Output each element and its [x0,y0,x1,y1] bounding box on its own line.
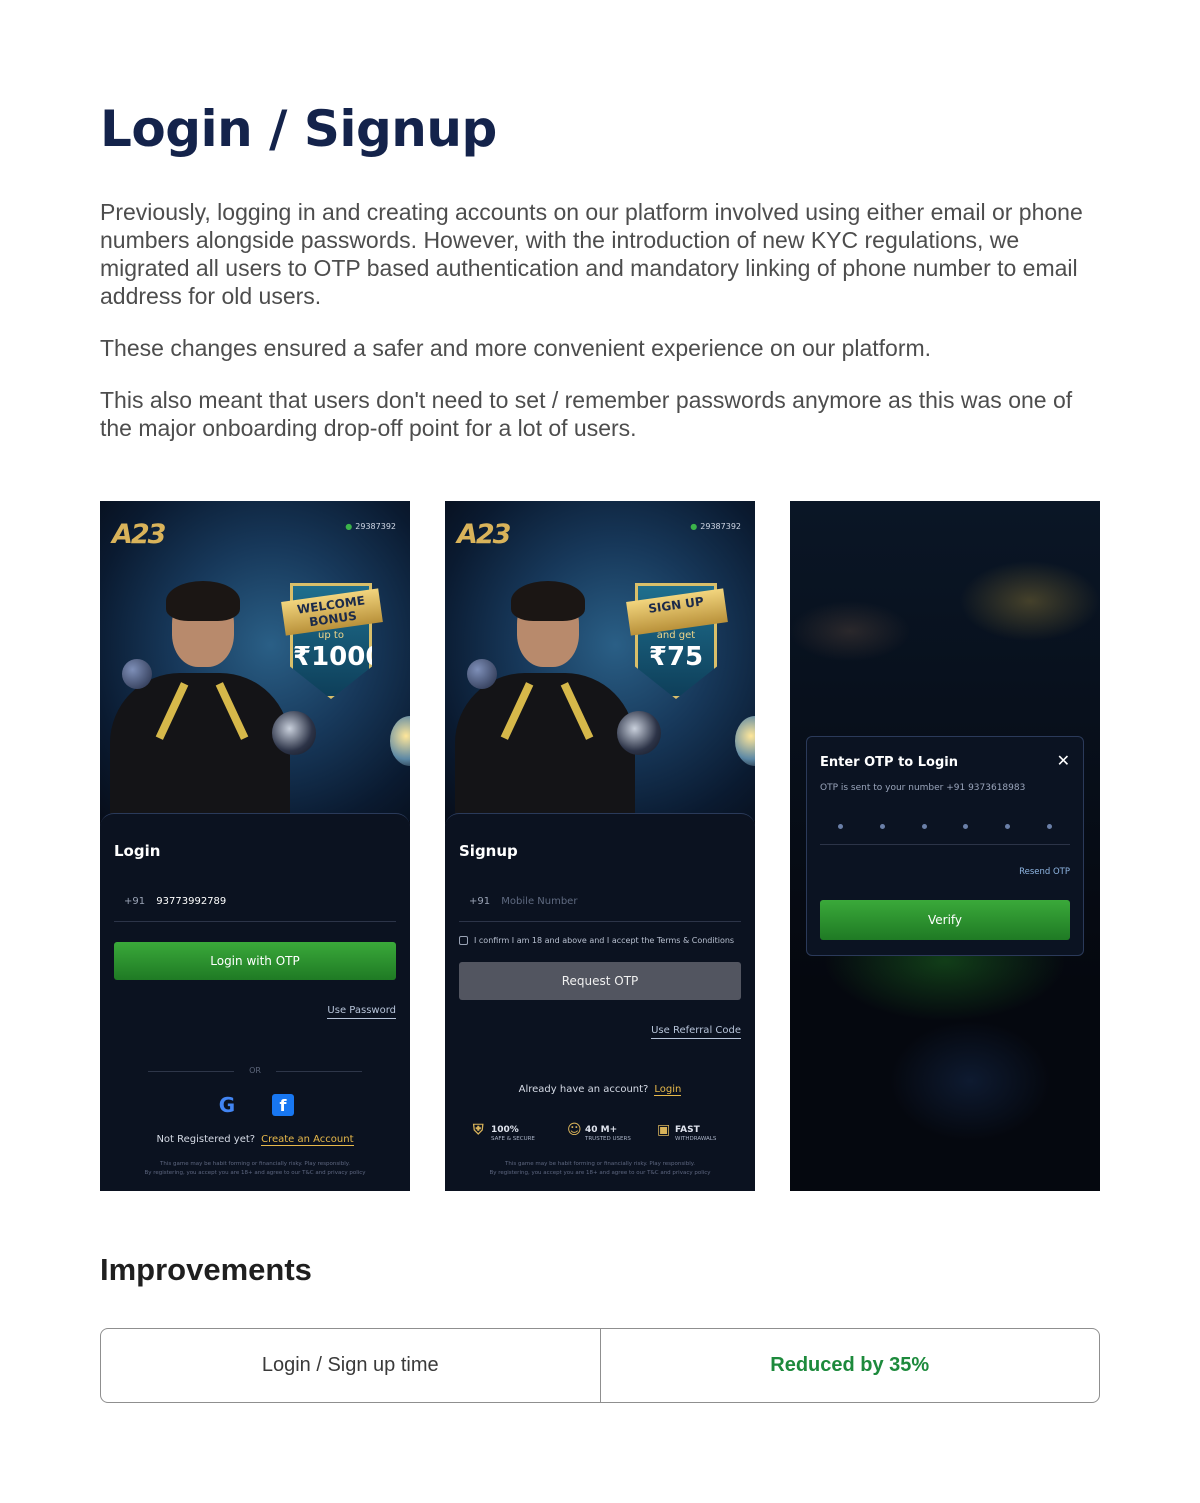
login-screen: A23 ● 29387392 up to ₹10000 WELCOME BONUS… [100,501,410,1191]
otp-digit[interactable] [963,824,969,829]
improvements-title: Improvements [100,1252,312,1287]
intro-paragraph-3: This also meant that users don't need to… [100,387,1073,441]
ambassador-image [455,581,635,833]
facebook-icon[interactable]: f [272,1094,294,1116]
phone-value: 93773992789 [156,896,227,907]
or-divider: OR [148,1066,362,1076]
wallet-icon: ▣ [657,1122,671,1138]
otp-input[interactable] [820,819,1070,845]
ambassador-image [110,581,290,833]
register-line: Not Registered yet? Create an Account [156,1134,354,1146]
metric-cell: Login / Sign up time [101,1329,601,1402]
intro-paragraph-1: Previously, logging in and creating acco… [100,199,1083,309]
google-icon[interactable]: G [216,1094,238,1116]
poker-chip-icon [467,659,497,689]
verify-button[interactable]: Verify [820,900,1070,940]
poker-chip-icon [272,711,316,755]
signup-screen: A23 ● 29387392 and get ₹75 SIGN UP Signup… [445,501,755,1191]
mobile-number-input[interactable]: +91 Mobile Number [459,896,741,922]
otp-modal: Enter OTP to Login ✕ OTP is sent to your… [806,736,1084,956]
hero-banner: A23 ● 29387392 up to ₹10000 WELCOME BONUS [100,501,410,833]
poker-chip-icon [390,716,410,766]
disclaimer: This game may be habit forming or financ… [489,1161,711,1176]
request-otp-button[interactable]: Request OTP [459,962,741,1000]
resend-otp-link[interactable]: Resend OTP [1019,867,1070,877]
trust-safe-secure: ⛨ 100% SAFE & SECURE [473,1122,535,1142]
users-icon: ☺ [567,1122,582,1138]
otp-title: Enter OTP to Login [820,755,958,770]
page-title: Login / Signup [100,100,497,158]
a23-logo: A23 [112,519,167,550]
trust-withdrawals: ▣ FAST WITHDRAWALS [657,1122,717,1142]
login-with-otp-button[interactable]: Login with OTP [114,942,396,980]
login-title: Login [114,842,161,860]
otp-screen: Enter OTP to Login ✕ OTP is sent to your… [790,501,1100,1191]
country-code: +91 [469,896,491,907]
poker-chip-icon [122,659,152,689]
poker-chip-icon [617,711,661,755]
age-terms-checkbox-row[interactable]: I confirm I am 18 and above and I accept… [459,936,745,945]
create-account-link[interactable]: Create an Account [261,1134,354,1146]
poker-chip-icon [735,716,755,766]
a23-logo: A23 [457,519,512,550]
close-icon[interactable]: ✕ [1057,751,1070,770]
mobile-placeholder: Mobile Number [501,896,578,907]
online-count: ● 29387392 [345,522,396,531]
otp-digit[interactable] [921,824,927,829]
signup-title: Signup [459,842,518,860]
hero-banner: A23 ● 29387392 and get ₹75 SIGN UP [445,501,755,833]
otp-digit[interactable] [838,824,844,829]
improvements-table: Login / Sign up time Reduced by 35% [100,1328,1100,1403]
signup-card: Signup +91 Mobile Number I confirm I am … [445,813,755,1191]
checkbox[interactable] [459,936,468,945]
login-link[interactable]: Login [654,1084,682,1096]
result-cell: Reduced by 35% [770,1354,930,1376]
trust-users: ☺ 40 M+ TRUSTED USERS [567,1122,631,1142]
use-password-link[interactable]: Use Password [327,1005,396,1019]
otp-subtitle: OTP is sent to your number +91 937361898… [820,783,1026,793]
online-count: ● 29387392 [690,522,741,531]
login-card: Login +91 93773992789 Login with OTP Use… [100,813,410,1191]
user-icon: ● [690,522,698,531]
intro-paragraph-2: These changes ensured a safer and more c… [100,335,932,361]
user-icon: ● [345,522,353,531]
disclaimer: This game may be habit forming or financ… [144,1161,366,1176]
otp-digit[interactable] [1004,824,1010,829]
shield-icon: ⛨ [473,1122,484,1138]
otp-digit[interactable] [1046,824,1052,829]
otp-digit[interactable] [879,824,885,829]
phone-input[interactable]: +91 93773992789 [114,896,396,922]
use-referral-code-link[interactable]: Use Referral Code [651,1025,741,1039]
have-account-line: Already have an account? Login [518,1084,682,1096]
country-code: +91 [124,896,146,907]
